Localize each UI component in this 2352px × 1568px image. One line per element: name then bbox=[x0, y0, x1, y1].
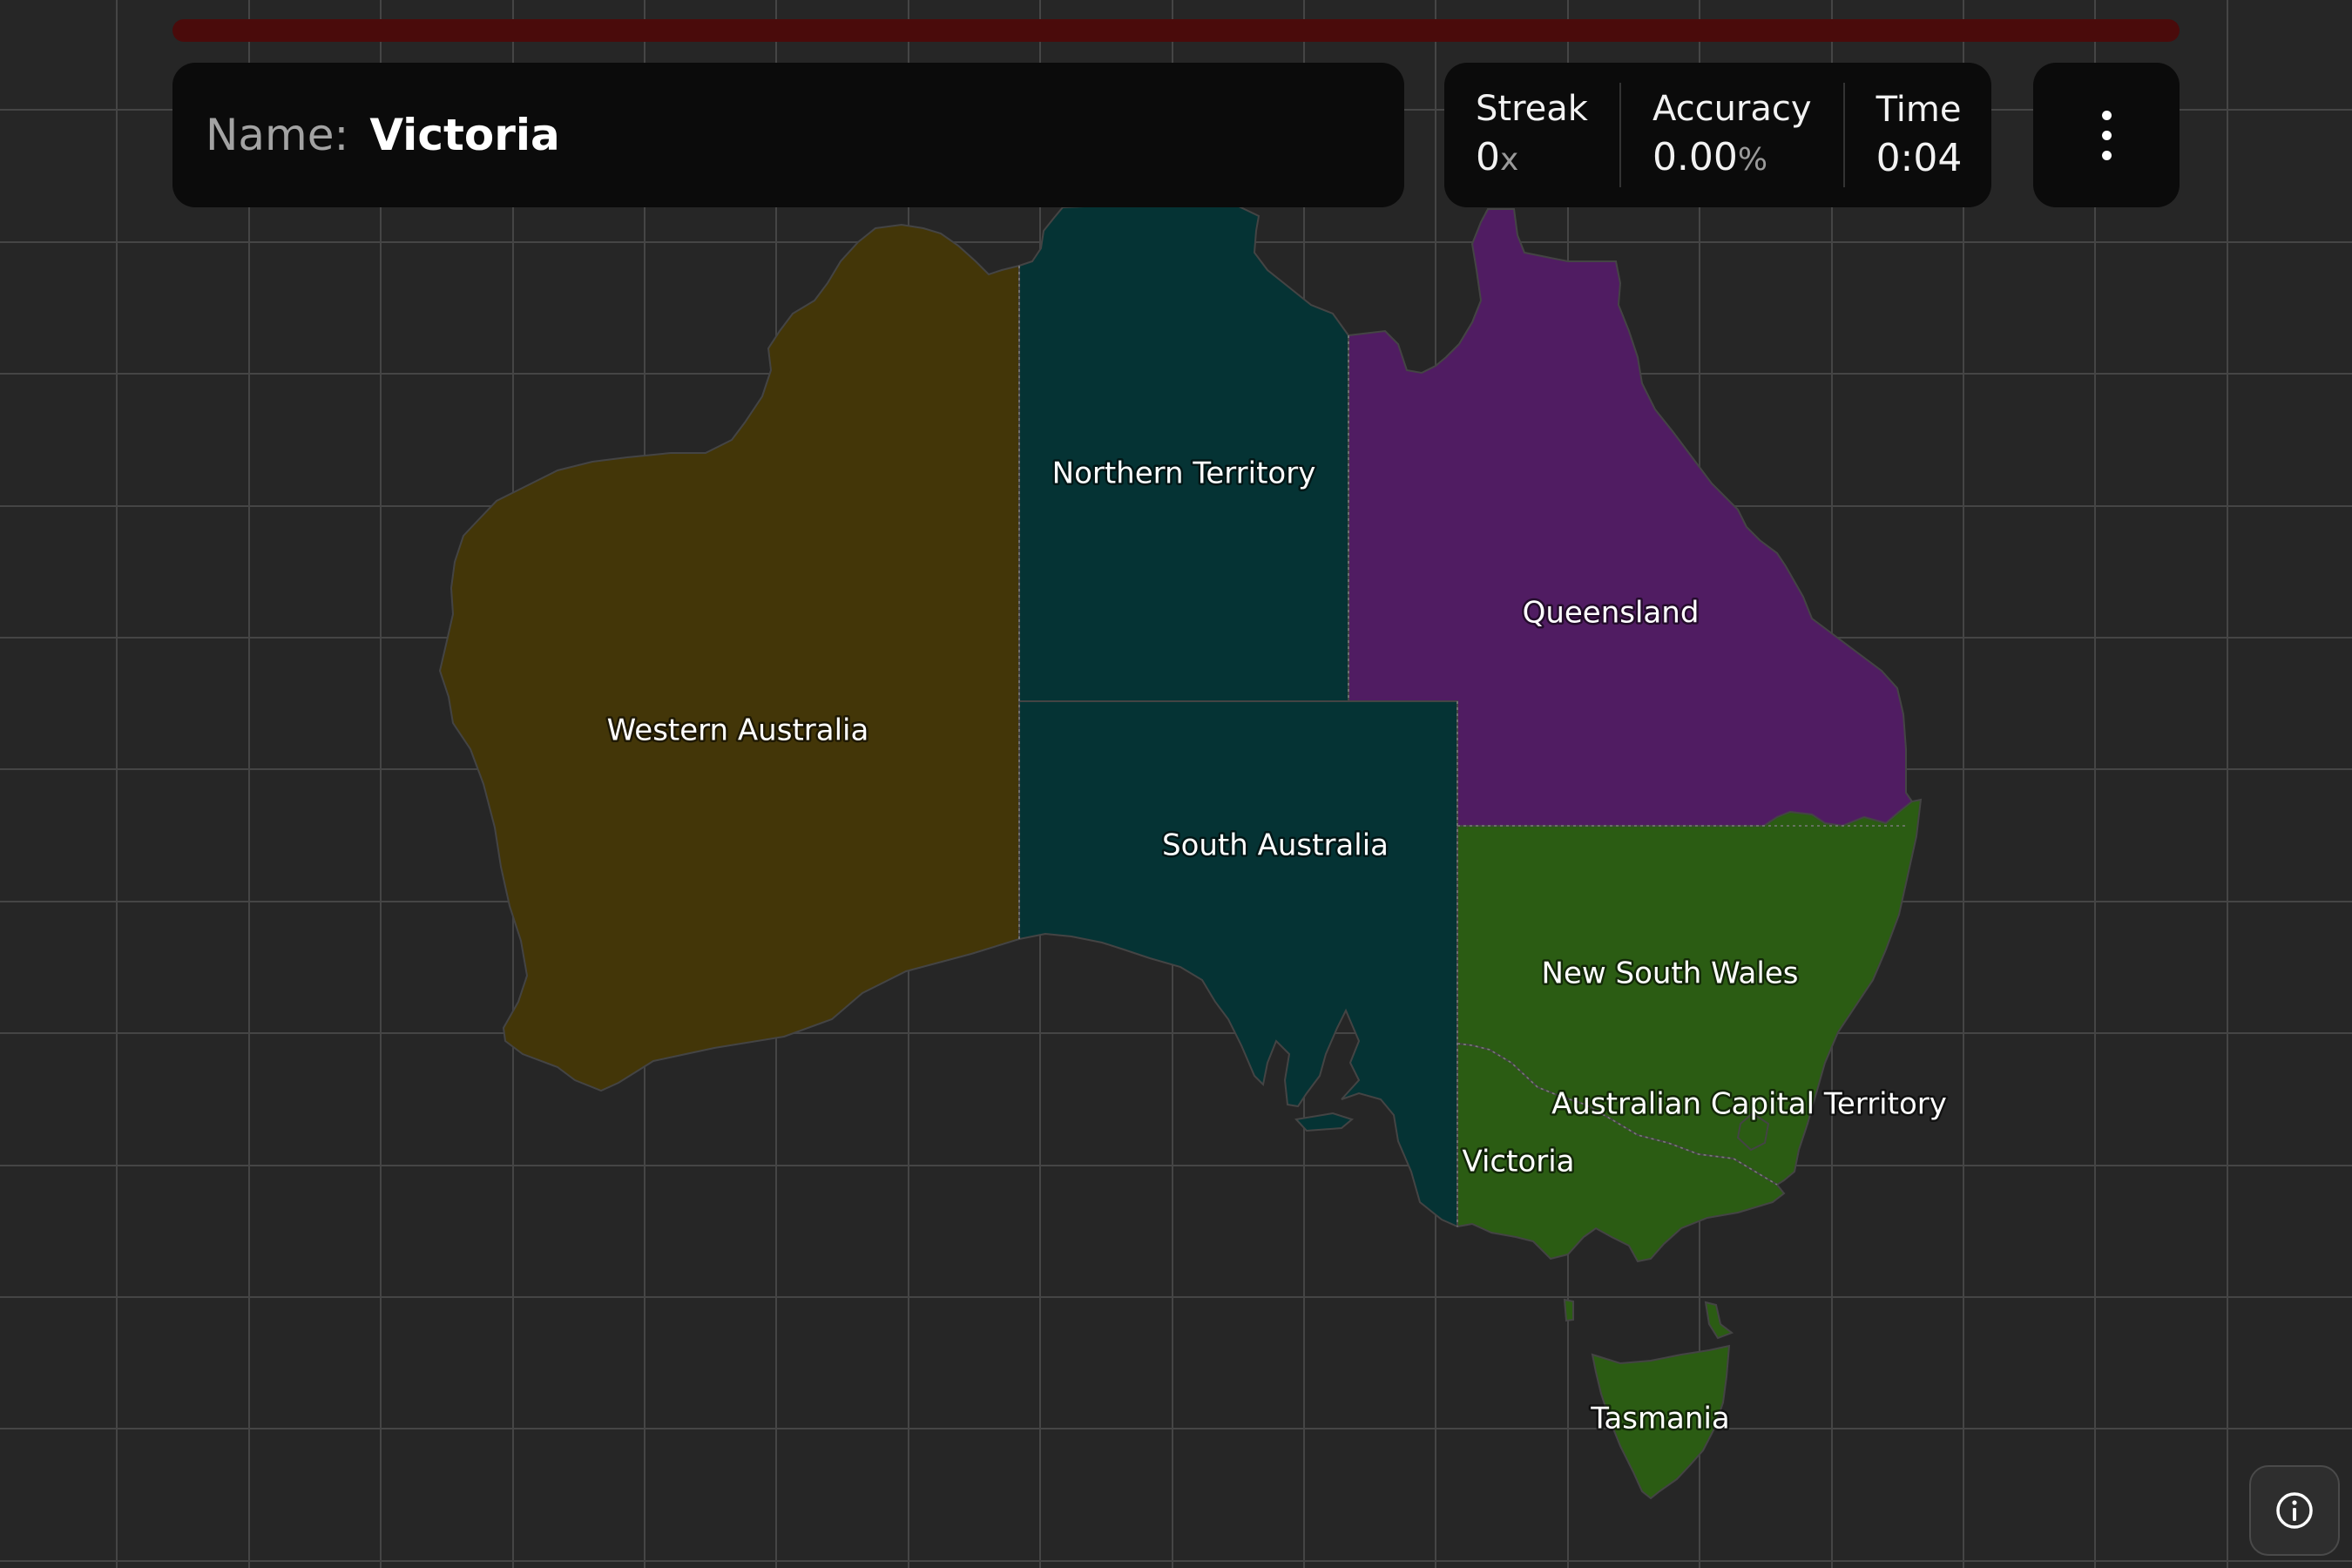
stat-accuracy: Accuracy 0.00% bbox=[1619, 83, 1843, 187]
time-label: Time bbox=[1876, 90, 1962, 130]
streak-value: 0 bbox=[1476, 134, 1500, 179]
menu-button[interactable] bbox=[2033, 63, 2180, 207]
tasmania-islet-east bbox=[1704, 1301, 1734, 1340]
label-victoria: Victoria bbox=[1462, 1145, 1574, 1179]
streak-label: Streak bbox=[1476, 88, 1588, 129]
label-australian-capital-territory: Australian Capital Territory bbox=[1551, 1087, 1947, 1122]
tasmania-islet-west bbox=[1563, 1298, 1574, 1322]
label-western-australia: Western Australia bbox=[607, 713, 869, 748]
prompt-target-name: Victoria bbox=[369, 110, 560, 160]
time-value: 0:04 bbox=[1876, 136, 1963, 180]
map-canvas: Western Australia Northern Territory Sou… bbox=[0, 0, 2352, 1568]
accuracy-value: 0.00 bbox=[1652, 134, 1738, 179]
label-queensland: Queensland bbox=[1523, 596, 1700, 631]
prompt-panel: Name: Victoria bbox=[172, 63, 1404, 207]
vertical-ellipsis-icon bbox=[2101, 105, 2112, 166]
streak-unit: x bbox=[1500, 141, 1519, 178]
prompt-label: Name: bbox=[206, 110, 349, 160]
stats-panel: Streak 0x Accuracy 0.00% Time 0:04 bbox=[1444, 63, 1991, 207]
label-tasmania: Tasmania bbox=[1590, 1402, 1729, 1436]
region-western-australia[interactable] bbox=[438, 223, 1020, 1092]
region-south-australia[interactable] bbox=[1018, 700, 1458, 1228]
accuracy-label: Accuracy bbox=[1652, 88, 1812, 129]
accuracy-value-line: 0.00% bbox=[1652, 132, 1812, 186]
label-new-south-wales: New South Wales bbox=[1542, 956, 1799, 991]
stat-streak: Streak 0x bbox=[1444, 83, 1619, 187]
stat-time: Time 0:04 bbox=[1842, 83, 1994, 187]
label-south-australia: South Australia bbox=[1162, 828, 1389, 863]
info-button[interactable] bbox=[2249, 1465, 2340, 1556]
region-northern-territory[interactable] bbox=[1018, 202, 1349, 702]
accuracy-unit: % bbox=[1737, 141, 1768, 178]
info-circle-icon bbox=[2276, 1492, 2313, 1529]
label-northern-territory: Northern Territory bbox=[1052, 456, 1316, 491]
progress-bar bbox=[172, 19, 2180, 42]
streak-value-line: 0x bbox=[1476, 132, 1588, 186]
